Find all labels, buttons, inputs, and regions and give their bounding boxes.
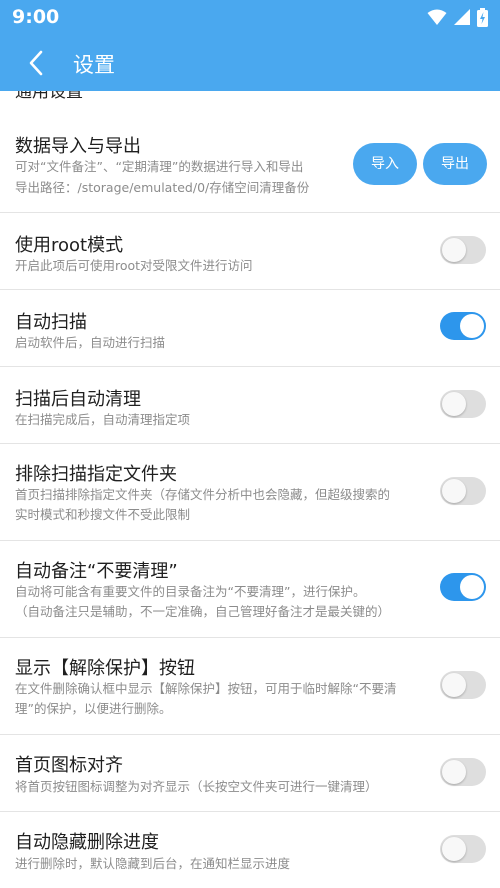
- root-mode-toggle[interactable]: [440, 236, 486, 264]
- item-title: 自动备注“不要清理”: [15, 561, 178, 582]
- item-title: 自动隐藏删除进度: [15, 832, 159, 853]
- setting-row-icon-align: 首页图标对齐 将首页按钮图标调整为对齐显示（长按空文件夹可进行一键清理）: [0, 735, 500, 812]
- item-desc: （自动备注只是辅助，不一定准确，自己管理好备注才是最关键的）: [15, 604, 391, 619]
- item-desc: 实时模式和秒搜文件不受此限制: [15, 507, 191, 522]
- item-title: 显示【解除保护】按钮: [15, 658, 195, 679]
- setting-row-root-mode: 使用root模式 开启此项后可使用root对受限文件进行访问: [0, 213, 500, 290]
- show-unprotect-toggle[interactable]: [440, 671, 486, 699]
- item-desc: 启动软件后，自动进行扫描: [15, 335, 166, 350]
- item-desc: 导出路径：/storage/emulated/0/存储空间清理备份: [15, 180, 310, 195]
- item-desc: 在扫描完成后，自动清理指定项: [15, 412, 191, 427]
- hide-progress-toggle[interactable]: [440, 835, 486, 863]
- item-desc: 进行删除时，默认隐藏到后台，在通知栏显示进度: [15, 856, 291, 871]
- battery-icon: [477, 7, 488, 27]
- item-desc: 可对“文件备注”、“定期清理”的数据进行导入和导出: [15, 159, 304, 174]
- section-header: 通用设置: [15, 91, 83, 102]
- import-button[interactable]: 导入: [353, 143, 417, 185]
- item-title: 数据导入与导出: [15, 136, 141, 157]
- settings-list: 通用设置 数据导入与导出 可对“文件备注”、“定期清理”的数据进行导入和导出 导…: [0, 91, 500, 888]
- item-desc: 理”的保护，以便进行删除。: [15, 701, 172, 716]
- auto-scan-toggle[interactable]: [440, 312, 486, 340]
- status-bar: 9:00: [0, 0, 500, 36]
- status-icons: [427, 7, 488, 27]
- wifi-icon: [427, 9, 447, 25]
- toggle-knob: [442, 479, 466, 503]
- toggle-knob: [442, 238, 466, 262]
- item-title: 自动扫描: [15, 312, 87, 333]
- toggle-knob: [460, 314, 484, 338]
- toggle-knob: [442, 760, 466, 784]
- item-title: 首页图标对齐: [15, 755, 123, 776]
- toggle-knob: [442, 837, 466, 861]
- page-title: 设置: [73, 53, 115, 77]
- auto-note-toggle[interactable]: [440, 573, 486, 601]
- item-desc: 在文件删除确认框中显示【解除保护】按钮，可用于临时解除“不要清: [15, 681, 397, 696]
- setting-row-show-unprotect: 显示【解除保护】按钮 在文件删除确认框中显示【解除保护】按钮，可用于临时解除“不…: [0, 638, 500, 735]
- item-title: 排除扫描指定文件夹: [15, 464, 177, 485]
- export-button[interactable]: 导出: [423, 143, 487, 185]
- signal-icon: [454, 9, 470, 25]
- auto-clean-toggle[interactable]: [440, 390, 486, 418]
- item-desc: 首页扫描排除指定文件夹（存储文件分析中也会隐藏，但超级搜索的: [15, 487, 391, 502]
- icon-align-toggle[interactable]: [440, 758, 486, 786]
- toggle-knob: [442, 392, 466, 416]
- app-bar: 设置: [0, 36, 500, 91]
- item-desc: 自动将可能含有重要文件的目录备注为“不要清理”，进行保护。: [15, 584, 366, 599]
- setting-row-exclude-folders: 排除扫描指定文件夹 首页扫描排除指定文件夹（存储文件分析中也会隐藏，但超级搜索的…: [0, 444, 500, 541]
- status-time: 9:00: [12, 6, 60, 28]
- item-title: 扫描后自动清理: [15, 389, 141, 410]
- setting-row-auto-clean: 扫描后自动清理 在扫描完成后，自动清理指定项: [0, 367, 500, 444]
- item-title: 使用root模式: [15, 235, 124, 256]
- back-arrow-icon[interactable]: [22, 48, 52, 78]
- setting-row-auto-note: 自动备注“不要清理” 自动将可能含有重要文件的目录备注为“不要清理”，进行保护。…: [0, 541, 500, 638]
- toggle-knob: [442, 673, 466, 697]
- exclude-folders-toggle[interactable]: [440, 477, 486, 505]
- setting-row-hide-progress: 自动隐藏删除进度 进行删除时，默认隐藏到后台，在通知栏显示进度: [0, 812, 500, 888]
- setting-row-auto-scan: 自动扫描 启动软件后，自动进行扫描: [0, 290, 500, 367]
- item-desc: 将首页按钮图标调整为对齐显示（长按空文件夹可进行一键清理）: [15, 779, 378, 794]
- toggle-knob: [460, 575, 484, 599]
- item-desc: 开启此项后可使用root对受限文件进行访问: [15, 258, 253, 273]
- import-export-item: 数据导入与导出 可对“文件备注”、“定期清理”的数据进行导入和导出 导出路径：/…: [0, 122, 500, 213]
